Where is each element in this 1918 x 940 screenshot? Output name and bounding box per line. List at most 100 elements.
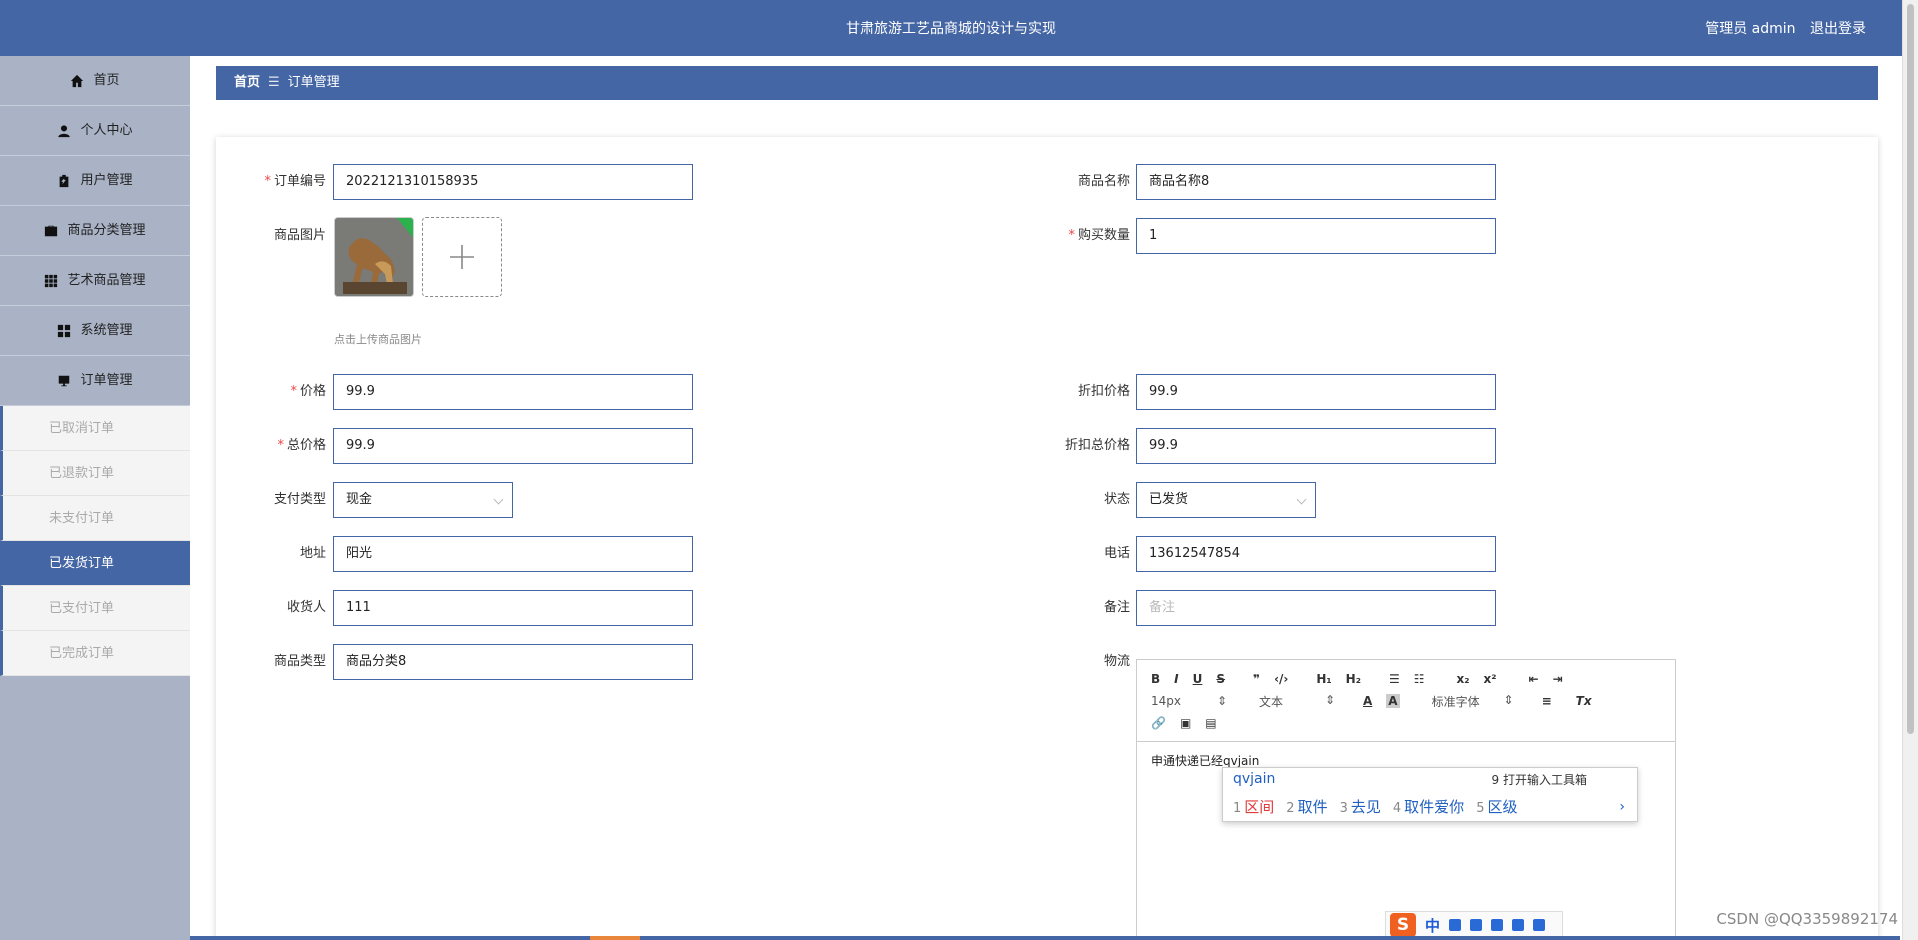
quantity-input[interactable]: 1 — [1136, 218, 1496, 254]
outdent-icon[interactable]: ⇤ — [1529, 672, 1539, 686]
logistics-label: 物流 — [1103, 654, 1130, 669]
punctuation-icon[interactable] — [1449, 919, 1462, 931]
remark-label: 备注 — [1103, 600, 1130, 615]
text-type-select[interactable]: 文本 ⇕ — [1259, 693, 1335, 710]
background-color-icon[interactable]: A — [1386, 694, 1400, 708]
sidebar-item-home[interactable]: 首页 — [0, 56, 190, 106]
heading2-button[interactable]: H₂ — [1346, 672, 1361, 686]
editor-toolbar: B I U S ❞ ‹/› H₁ H₂ ☰ ☷ x₂ x² ⇤ ⇥ 14px ⇕ … — [1137, 660, 1675, 742]
sidebar-item-users[interactable]: 用户管理 — [0, 156, 190, 206]
user-area: 管理员 admin 退出登录 — [1695, 0, 1866, 58]
blockquote-icon[interactable]: ❞ — [1253, 672, 1260, 686]
strikethrough-button[interactable]: S — [1216, 672, 1225, 686]
chevron-down-icon — [1296, 494, 1307, 505]
underline-button[interactable]: U — [1193, 672, 1203, 686]
breadcrumb: 首页 ☰ 订单管理 — [216, 66, 1878, 100]
heading1-button[interactable]: H₁ — [1316, 672, 1331, 686]
status-select[interactable]: 已发货 — [1136, 482, 1316, 518]
dashboard-icon — [57, 324, 71, 338]
remark-input[interactable]: 备注 — [1136, 590, 1496, 626]
order-no-label: * 订单编号 — [264, 174, 326, 189]
submenu-unpaid-orders[interactable]: 未支付订单 — [0, 496, 190, 541]
sogou-logo-icon[interactable]: S — [1390, 913, 1416, 937]
product-image-thumbnail[interactable] — [334, 217, 414, 297]
discount-total-input[interactable]: 99.9 — [1136, 428, 1496, 464]
bullet-list-icon[interactable]: ☷ — [1414, 672, 1425, 686]
scrollbar-thumb[interactable] — [1907, 4, 1914, 734]
ime-candidate[interactable]: 4 取件爱你 — [1393, 796, 1464, 817]
link-icon[interactable]: 🔗 — [1151, 716, 1166, 730]
align-icon[interactable]: ≡ — [1542, 694, 1552, 708]
product-type-label: 商品类型 — [273, 654, 326, 669]
address-input[interactable]: 阳光 — [333, 536, 693, 572]
indent-icon[interactable]: ⇥ — [1553, 672, 1563, 686]
sidebar-item-category[interactable]: 商品分类管理 — [0, 206, 190, 256]
code-icon[interactable]: ‹/› — [1274, 672, 1288, 686]
pay-type-select[interactable]: 现金 — [333, 482, 513, 518]
toolbox-icon[interactable] — [1533, 919, 1546, 931]
subscript-button[interactable]: x₂ — [1457, 672, 1470, 686]
font-family-select[interactable]: 标准字体 ⇕ — [1432, 693, 1514, 710]
ordered-list-icon[interactable]: ☰ — [1389, 672, 1400, 686]
sidebar-item-orders[interactable]: 订单管理 — [0, 356, 190, 406]
submenu-completed-orders[interactable]: 已完成订单 — [0, 631, 190, 676]
ime-candidate[interactable]: 2 取件 — [1286, 796, 1327, 817]
sort-arrows-icon: ⇕ — [1216, 694, 1227, 708]
italic-button[interactable]: I — [1174, 672, 1178, 686]
product-name-input[interactable]: 商品名称8 — [1136, 164, 1496, 200]
sidebar-item-profile[interactable]: 个人中心 — [0, 106, 190, 156]
pay-type-label: 支付类型 — [273, 492, 326, 507]
upload-hint: 点击上传商品图片 — [334, 333, 422, 346]
upload-image-button[interactable] — [422, 217, 502, 297]
page-scrollbar[interactable] — [1902, 0, 1918, 940]
briefcase-icon — [44, 224, 58, 238]
skin-icon[interactable] — [1512, 919, 1525, 931]
sidebar-item-label: 个人中心 — [80, 122, 133, 138]
receiver-input[interactable]: 111 — [333, 590, 693, 626]
status-label: 状态 — [1103, 492, 1130, 507]
ime-toolbox-link[interactable]: 9 打开输入工具箱 — [1492, 771, 1587, 788]
sidebar-item-label: 订单管理 — [80, 372, 133, 388]
address-label: 地址 — [299, 546, 326, 561]
quantity-label: * 购买数量 — [1068, 228, 1130, 243]
keyboard-icon[interactable] — [1491, 919, 1504, 931]
submenu-refunded-orders[interactable]: 已退款订单 — [0, 451, 190, 496]
sidebar-item-art-products[interactable]: 艺术商品管理 — [0, 256, 190, 306]
ime-next-page-icon[interactable]: › — [1619, 799, 1625, 815]
font-size-select[interactable]: 14px ⇕ — [1151, 694, 1227, 708]
breadcrumb-separator-icon: ☰ — [268, 75, 280, 90]
submenu-cancelled-orders[interactable]: 已取消订单 — [0, 406, 190, 451]
submenu-shipped-orders[interactable]: 已发货订单 — [0, 541, 190, 586]
font-color-icon[interactable]: A — [1363, 694, 1372, 708]
total-price-label: * 总价格 — [277, 438, 326, 453]
sidebar-item-label: 首页 — [93, 72, 120, 88]
total-price-input[interactable]: 99.9 — [333, 428, 693, 464]
admin-label: 管理员 admin — [1705, 21, 1796, 37]
monitor-icon — [57, 374, 71, 388]
top-header: 甘肃旅游工艺品商城的设计与实现 管理员 admin 退出登录 — [0, 0, 1902, 56]
clear-format-icon[interactable]: Tx — [1576, 694, 1592, 708]
sidebar-item-label: 艺术商品管理 — [67, 272, 146, 288]
ime-candidate[interactable]: 1 区间 — [1233, 796, 1274, 817]
breadcrumb-home[interactable]: 首页 — [234, 75, 260, 90]
order-no-input[interactable]: 2022121310158935 — [333, 164, 693, 200]
logout-link[interactable]: 退出登录 — [1810, 21, 1866, 37]
superscript-button[interactable]: x² — [1484, 672, 1497, 686]
ime-candidate[interactable]: 5 区级 — [1476, 796, 1517, 817]
discount-price-input[interactable]: 99.9 — [1136, 374, 1496, 410]
microphone-icon[interactable] — [1470, 919, 1483, 931]
ime-composition: qvjain — [1233, 771, 1276, 787]
bold-button[interactable]: B — [1151, 672, 1160, 686]
phone-input[interactable]: 13612547854 — [1136, 536, 1496, 572]
product-type-input[interactable]: 商品分类8 — [333, 644, 693, 680]
ime-candidate-popup: qvjain 9 打开输入工具箱 1 区间 2 取件 3 去见 4 取件爱你 5 区级 › — [1222, 767, 1638, 822]
breadcrumb-current: 订单管理 — [287, 75, 340, 90]
ime-language-toggle[interactable]: 中 — [1425, 915, 1440, 936]
orders-submenu: 已取消订单 已退款订单 未支付订单 已发货订单 已支付订单 已完成订单 — [0, 406, 190, 676]
price-input[interactable]: 99.9 — [333, 374, 693, 410]
image-icon[interactable]: ▣ — [1180, 716, 1191, 730]
submenu-paid-orders[interactable]: 已支付订单 — [0, 586, 190, 631]
video-icon[interactable]: ▤ — [1205, 716, 1216, 730]
ime-candidate[interactable]: 3 去见 — [1340, 796, 1381, 817]
sidebar-item-system[interactable]: 系统管理 — [0, 306, 190, 356]
